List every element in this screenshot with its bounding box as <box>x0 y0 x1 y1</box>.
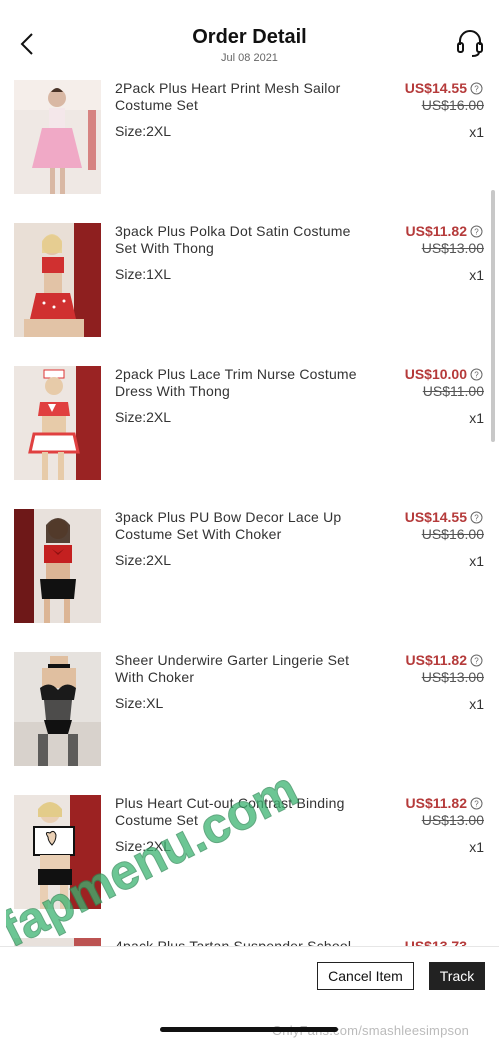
cancel-item-button[interactable]: Cancel Item <box>317 962 414 990</box>
product-price: US$11.82 <box>405 795 468 811</box>
product-thumbnail[interactable] <box>14 652 101 766</box>
product-name[interactable]: 2pack Plus Lace Trim Nurse Costume Dress… <box>115 366 375 400</box>
product-price: US$11.82 <box>405 652 468 668</box>
product-price: US$14.55 <box>404 509 467 525</box>
order-item[interactable]: 3pack Plus Polka Dot Satin Costume Set W… <box>0 215 499 358</box>
original-price: US$13.00 <box>421 669 484 685</box>
product-thumbnail[interactable] <box>14 223 101 337</box>
product-thumbnail[interactable] <box>14 80 101 194</box>
product-photo <box>14 80 101 194</box>
support-button[interactable] <box>455 28 485 60</box>
original-price: US$13.00 <box>421 240 484 256</box>
svg-text:?: ? <box>474 800 479 809</box>
headset-icon <box>457 30 483 57</box>
page-title: Order Detail <box>192 26 307 48</box>
product-name[interactable]: 3pack Plus PU Bow Decor Lace Up Costume … <box>115 509 375 543</box>
order-item[interactable]: Sheer Underwire Garter Lingerie Set With… <box>0 644 499 787</box>
product-size: Size:1XL <box>115 266 172 282</box>
product-quantity: x1 <box>469 410 484 426</box>
product-photo <box>14 509 101 623</box>
product-size: Size:2XL <box>115 552 172 568</box>
question-icon[interactable]: ? <box>470 797 483 810</box>
bottom-action-bar: Cancel Item Track OnlyFans.com/smashlees… <box>0 946 499 1043</box>
product-quantity: x1 <box>469 267 484 283</box>
product-name[interactable]: 3pack Plus Polka Dot Satin Costume Set W… <box>115 223 375 257</box>
product-quantity: x1 <box>469 553 484 569</box>
svg-text:?: ? <box>474 371 479 380</box>
product-price: US$14.55 <box>404 80 467 96</box>
product-photo <box>14 366 101 480</box>
svg-text:?: ? <box>474 228 479 237</box>
product-size: Size:2XL <box>115 409 172 425</box>
product-thumbnail[interactable] <box>14 366 101 480</box>
product-quantity: x1 <box>469 124 484 140</box>
product-thumbnail[interactable] <box>14 509 101 623</box>
product-price: US$10.00 <box>404 366 467 382</box>
product-quantity: x1 <box>469 839 484 855</box>
track-button[interactable]: Track <box>429 962 485 990</box>
product-size: Size:2XL <box>115 123 172 139</box>
product-photo <box>14 795 101 909</box>
product-quantity: x1 <box>469 696 484 712</box>
svg-text:?: ? <box>474 85 479 94</box>
question-icon[interactable]: ? <box>470 82 483 95</box>
svg-text:?: ? <box>474 514 479 523</box>
original-price: US$16.00 <box>421 526 484 542</box>
product-name[interactable]: Plus Heart Cut-out Contrast Binding Cost… <box>115 795 375 829</box>
product-size: Size:XL <box>115 695 164 711</box>
order-item[interactable]: 4pack Plus Tartan Suspender School US$13… <box>0 930 499 946</box>
product-photo <box>14 223 101 337</box>
original-price: US$11.00 <box>422 383 484 399</box>
product-thumbnail[interactable] <box>14 795 101 909</box>
header: Order Detail Jul 08 2021 <box>0 0 499 72</box>
question-icon[interactable]: ? <box>470 654 483 667</box>
product-photo <box>14 652 101 766</box>
product-photo <box>14 938 101 946</box>
question-icon[interactable]: ? <box>470 368 483 381</box>
product-name[interactable]: 2Pack Plus Heart Print Mesh Sailor Costu… <box>115 80 375 114</box>
order-item[interactable]: 2Pack Plus Heart Print Mesh Sailor Costu… <box>0 72 499 215</box>
product-thumbnail[interactable] <box>14 938 101 946</box>
order-item-list[interactable]: 2Pack Plus Heart Print Mesh Sailor Costu… <box>0 72 499 946</box>
question-icon[interactable]: ? <box>470 225 483 238</box>
product-name[interactable]: 4pack Plus Tartan Suspender School <box>115 938 375 946</box>
product-price: US$13.73 <box>404 938 467 946</box>
order-date: Jul 08 2021 <box>221 52 278 64</box>
original-price: US$16.00 <box>421 97 484 113</box>
svg-text:?: ? <box>474 657 479 666</box>
product-price: US$11.82 <box>405 223 468 239</box>
product-name[interactable]: Sheer Underwire Garter Lingerie Set With… <box>115 652 375 686</box>
question-icon[interactable]: ? <box>470 511 483 524</box>
order-item[interactable]: Plus Heart Cut-out Contrast Binding Cost… <box>0 787 499 930</box>
home-indicator[interactable] <box>160 1027 338 1032</box>
original-price: US$13.00 <box>421 812 484 828</box>
order-item[interactable]: 2pack Plus Lace Trim Nurse Costume Dress… <box>0 358 499 501</box>
order-item[interactable]: 3pack Plus PU Bow Decor Lace Up Costume … <box>0 501 499 644</box>
scrollbar[interactable] <box>491 190 495 442</box>
product-size: Size:2XL <box>115 838 172 854</box>
